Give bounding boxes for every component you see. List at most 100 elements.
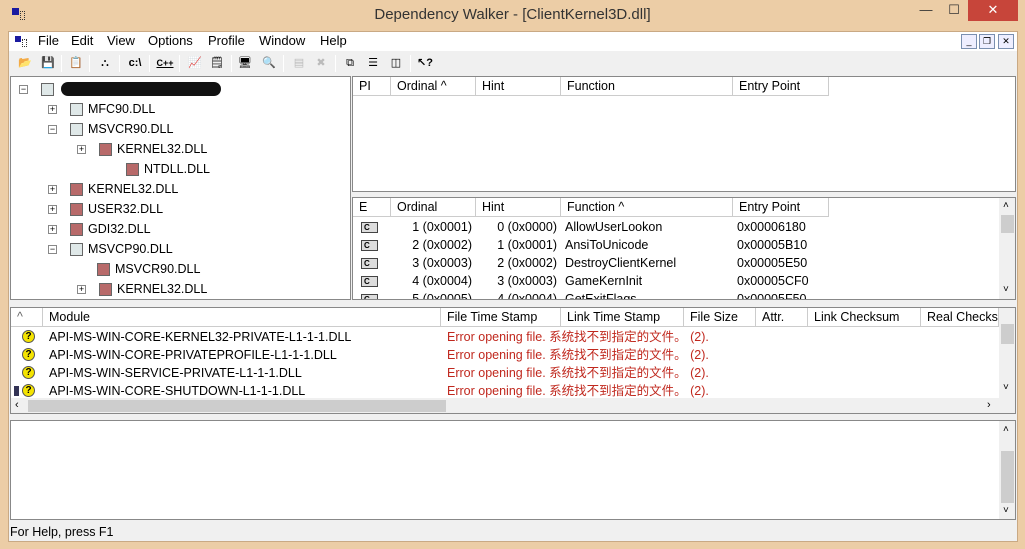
highlight-icon[interactable]: ▤ [289,54,309,73]
find-icon[interactable]: 🔍 [259,54,279,73]
log-scrollbar[interactable]: ˄ ˅ [999,421,1015,519]
ordinal[interactable]: 3 (0x0003) [391,254,476,272]
module-list[interactable]: ^ Module File Time Stamp Link Time Stamp… [10,307,1016,414]
expand-toggle-icon[interactable]: − [19,85,28,94]
full-paths-icon[interactable]: c:\ [125,54,145,73]
menu-profile[interactable]: Profile [208,33,245,48]
scroll-right-icon[interactable]: › [987,399,991,411]
menu-window[interactable]: Window [259,33,305,48]
modules-vscrollbar[interactable]: ˅ [999,308,1015,398]
expand-toggle-icon[interactable]: − [48,125,57,134]
copy-icon[interactable]: 📋 [66,54,86,73]
maximize-button[interactable]: ☐ [940,0,968,21]
log-pane[interactable]: ˄ ˅ [10,420,1016,520]
expand-toggle-icon[interactable]: − [48,245,57,254]
close-button[interactable]: ✕ [968,0,1018,21]
hint[interactable]: 3 (0x0003) [476,272,561,290]
menu-options[interactable]: Options [148,33,193,48]
column-ordinal[interactable]: Ordinal [391,198,476,217]
menu-edit[interactable]: Edit [71,33,93,48]
scroll-thumb[interactable] [1001,324,1014,344]
mdi-close-button[interactable]: ✕ [998,34,1014,49]
menu-help[interactable]: Help [320,33,347,48]
column-sort[interactable]: ^ [11,308,43,327]
module-tree[interactable]: − + MFC90.DLL − MSVCR90.DLL + KERNEL32.DLL NTDL… [10,76,351,300]
expand-toggle-icon[interactable]: + [48,225,57,234]
column-e[interactable]: E [353,198,391,217]
chart-icon[interactable]: 📈 [185,54,205,73]
tree-node[interactable]: + KERNEL32.DLL [77,140,341,158]
properties-icon[interactable]: 🗒 [207,54,227,73]
expand-toggle-icon[interactable]: + [48,185,57,194]
tree-node[interactable]: − MSVCP90.DLL [48,240,341,258]
scroll-up-icon[interactable]: ˄ [1003,424,1009,435]
entry-point[interactable]: 0x00005F50 [733,290,829,299]
module-name[interactable]: API-MS-WIN-CORE-SHUTDOWN-L1-1-1.DLL [49,382,439,400]
exports-list[interactable]: E Ordinal Hint Function ^ Entry Point ˄ … [352,197,1016,300]
scroll-left-icon[interactable]: ‹ [15,399,19,411]
minimize-button[interactable]: — [912,0,940,21]
entry-point[interactable]: 0x00005B10 [733,236,829,254]
column-ordinal[interactable]: Ordinal ^ [391,77,476,96]
column-hint[interactable]: Hint [476,77,561,96]
scroll-thumb[interactable] [1001,451,1014,503]
hint[interactable]: 2 (0x0002) [476,254,561,272]
clear-log-icon[interactable]: ✖ [311,54,331,73]
function-name[interactable]: AnsiToUnicode [561,236,733,254]
module-name[interactable]: API-MS-WIN-SERVICE-PRIVATE-L1-1-1.DLL [49,364,439,382]
ordinal[interactable]: 1 (0x0001) [391,218,476,236]
expand-toggle-icon[interactable]: + [48,205,57,214]
entry-point[interactable]: 0x00006180 [733,218,829,236]
column-entry-point[interactable]: Entry Point [733,77,829,96]
tree-node[interactable]: NTDLL.DLL [106,160,341,178]
exports-scrollbar[interactable]: ˄ ˅ [999,198,1015,299]
column-file-time-stamp[interactable]: File Time Stamp [441,308,561,327]
system-info-icon[interactable]: 🖥 [235,54,255,73]
column-link-time-stamp[interactable]: Link Time Stamp [561,308,684,327]
mdi-restore-button[interactable]: ❐ [979,34,995,49]
entry-point[interactable]: 0x00005CF0 [733,272,829,290]
column-function[interactable]: Function ^ [561,198,733,217]
tree-node[interactable]: − [19,80,341,98]
ordinal[interactable]: 4 (0x0004) [391,272,476,290]
expand-toggle-icon[interactable]: + [77,145,86,154]
cascade-icon[interactable]: ⧉ [340,54,360,73]
tree-node[interactable]: − MSVCR90.DLL [48,120,341,138]
function-name[interactable]: DestroyClientKernel [561,254,733,272]
open-icon[interactable]: 📂 [15,54,35,73]
menu-view[interactable]: View [107,33,135,48]
ordinal[interactable]: 5 (0x0005) [391,290,476,299]
modules-hscrollbar[interactable]: ‹ › [11,398,1015,413]
hint[interactable]: 4 (0x0004) [476,290,561,299]
column-pi[interactable]: PI [353,77,391,96]
help-icon[interactable]: ↖? [415,54,435,73]
undecorate-icon[interactable]: C++ [155,54,175,73]
entry-point[interactable]: 0x00005E50 [733,254,829,272]
imports-list[interactable]: PI Ordinal ^ Hint Function Entry Point [352,76,1016,192]
column-link-checksum[interactable]: Link Checksum [808,308,921,327]
column-hint[interactable]: Hint [476,198,561,217]
column-module[interactable]: Module [43,308,441,327]
ordinal[interactable]: 2 (0x0002) [391,236,476,254]
column-file-size[interactable]: File Size [684,308,756,327]
tree-node[interactable]: + USER32.DLL [48,200,341,218]
tile-vertical-icon[interactable]: ◫ [386,54,406,73]
hint[interactable]: 0 (0x0000) [476,218,561,236]
tree-node[interactable]: + KERNEL32.DLL [77,280,341,298]
expand-toggle-icon[interactable]: + [77,285,86,294]
mdi-minimize-button[interactable]: _ [961,34,977,49]
scroll-down-icon[interactable]: ˅ [1003,382,1009,393]
tree-node[interactable]: + GDI32.DLL [48,220,341,238]
tree-node[interactable]: MSVCR90.DLL [77,260,341,278]
tree-node[interactable]: + MFC90.DLL [48,100,341,118]
column-real-checksum[interactable]: Real Checksum [921,308,999,327]
scroll-thumb[interactable] [28,400,446,412]
expand-toggle-icon[interactable]: + [48,105,57,114]
function-name[interactable]: GetExitFlags [561,290,733,299]
expand-tree-icon[interactable]: ⛬ [95,54,115,73]
module-name[interactable]: API-MS-WIN-CORE-PRIVATEPROFILE-L1-1-1.DL… [49,346,439,364]
scroll-up-icon[interactable]: ˄ [1003,200,1009,211]
tile-horizontal-icon[interactable]: ☰ [363,54,383,73]
scroll-down-icon[interactable]: ˅ [1003,505,1009,516]
menu-file[interactable]: File [38,33,59,48]
